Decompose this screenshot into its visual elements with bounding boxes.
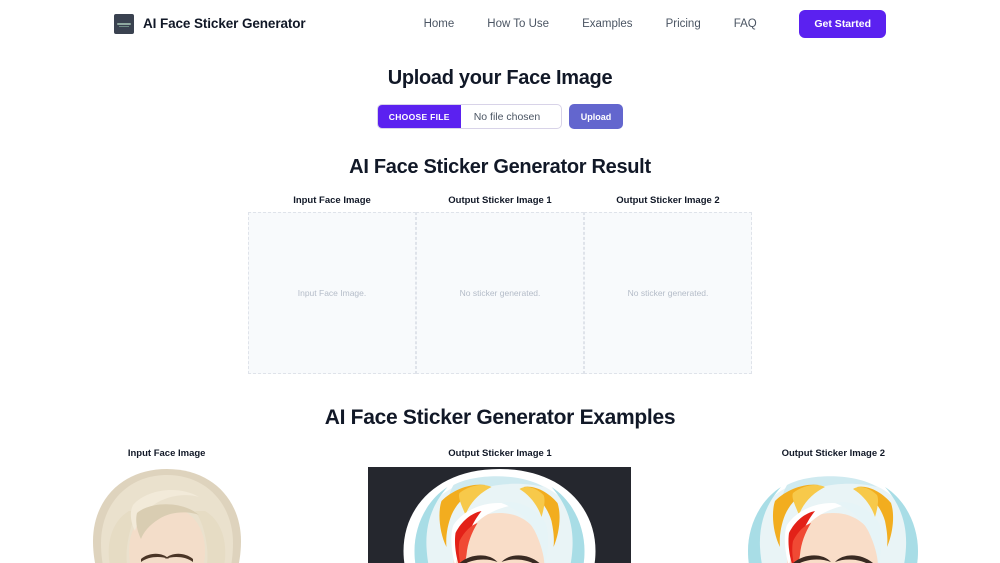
app-logo-icon — [114, 13, 134, 34]
result-box-output-1[interactable]: No sticker generated. — [416, 212, 584, 374]
nav-item-examples[interactable]: Examples — [582, 18, 633, 30]
example-column-input: Input Face Image — [0, 448, 333, 563]
example-image-input — [66, 467, 267, 563]
examples-title: AI Face Sticker Generator Examples — [324, 406, 676, 429]
file-name-value: No file chosen — [473, 110, 541, 123]
example-label-input: Input Face Image — [127, 448, 206, 459]
example-image-output-1 — [368, 467, 632, 563]
upload-title: Upload your Face Image — [387, 67, 613, 89]
result-section: AI Face Sticker Generator Result Input F… — [0, 156, 1000, 374]
example-image-output-2 — [733, 467, 934, 563]
result-grid: Input Face Image Input Face Image. Outpu… — [248, 195, 752, 374]
result-title: AI Face Sticker Generator Result — [349, 156, 651, 178]
nav-item-home[interactable]: Home — [424, 18, 455, 30]
result-placeholder-output-2: No sticker generated. — [627, 288, 709, 298]
result-placeholder-input: Input Face Image. — [297, 288, 367, 298]
example-column-output-1: Output Sticker Image 1 — [333, 448, 666, 563]
result-label-output-2: Output Sticker Image 2 — [616, 195, 720, 206]
result-label-input: Input Face Image — [293, 195, 371, 206]
file-input[interactable]: CHOOSE FILE No file chosen — [376, 104, 562, 129]
result-column-output-1: Output Sticker Image 1 No sticker genera… — [416, 195, 584, 374]
examples-section: AI Face Sticker Generator Examples Input… — [0, 406, 1000, 563]
brand-name: AI Face Sticker Generator — [143, 16, 306, 31]
result-column-input: Input Face Image Input Face Image. — [248, 195, 416, 374]
nav-item-how-to-use[interactable]: How To Use — [487, 18, 549, 30]
input-face-illustration — [66, 467, 267, 563]
example-column-output-2: Output Sticker Image 2 — [667, 448, 1000, 563]
result-column-output-2: Output Sticker Image 2 No sticker genera… — [584, 195, 752, 374]
example-label-output-1: Output Sticker Image 1 — [448, 448, 552, 459]
main-nav: Home How To Use Examples Pricing FAQ — [424, 18, 757, 30]
result-box-output-2[interactable]: No sticker generated. — [584, 212, 752, 374]
sticker-dark-illustration — [368, 467, 632, 563]
nav-item-pricing[interactable]: Pricing — [666, 18, 701, 30]
site-header: AI Face Sticker Generator Home How To Us… — [0, 0, 1000, 47]
examples-grid: Input Face Image Output Sticker Image 1 … — [0, 448, 1000, 563]
example-label-output-2: Output Sticker Image 2 — [781, 448, 886, 459]
result-box-input[interactable]: Input Face Image. — [248, 212, 416, 374]
upload-button[interactable]: Upload — [568, 104, 624, 129]
result-placeholder-output-1: No sticker generated. — [459, 288, 541, 298]
brand[interactable]: AI Face Sticker Generator — [114, 13, 306, 34]
upload-controls: CHOOSE FILE No file chosen Upload — [376, 104, 624, 129]
get-started-button[interactable]: Get Started — [799, 9, 886, 38]
upload-section: Upload your Face Image CHOOSE FILE No fi… — [0, 67, 1000, 129]
choose-file-button[interactable]: CHOOSE FILE — [377, 105, 461, 128]
sticker-light-illustration — [733, 467, 934, 563]
result-label-output-1: Output Sticker Image 1 — [448, 195, 552, 206]
nav-item-faq[interactable]: FAQ — [734, 18, 757, 30]
